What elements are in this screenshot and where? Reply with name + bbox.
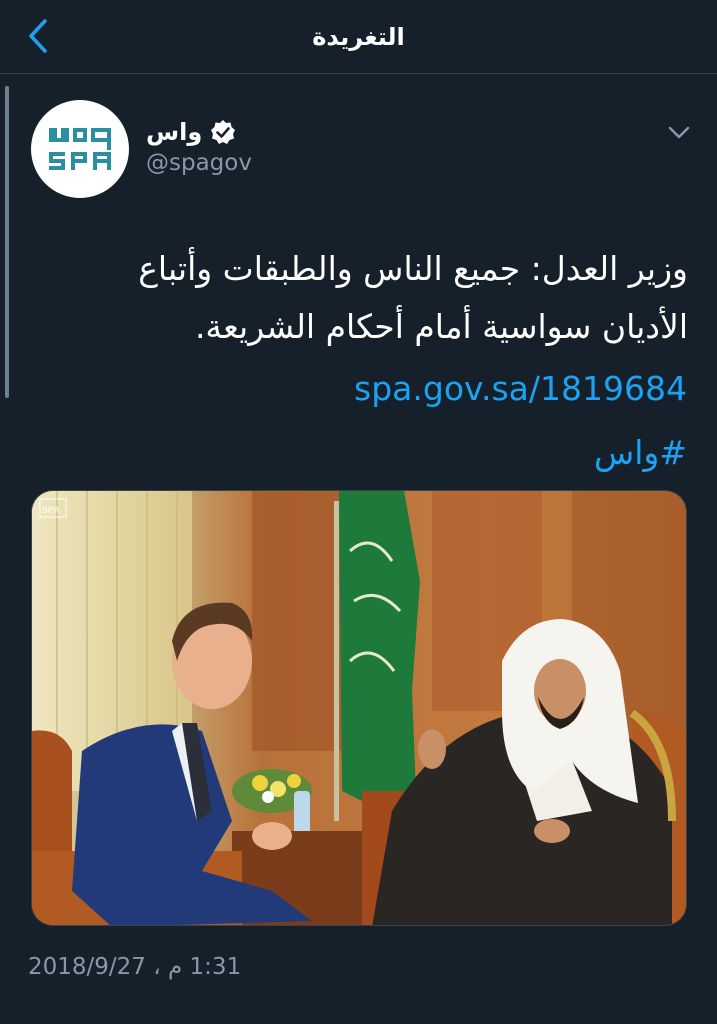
tweet-menu-button[interactable] <box>664 118 694 148</box>
chevron-left-icon <box>29 19 47 53</box>
avatar[interactable] <box>31 100 129 198</box>
tweet-text-line: وزير العدل: جميع الناس والطبقات وأتباع <box>138 249 688 288</box>
tweet-photo[interactable]: SPA <box>31 490 687 926</box>
verified-badge-icon <box>210 119 236 145</box>
top-nav-bar: التغريدة <box>0 0 717 74</box>
hashtag-link[interactable]: #واس <box>594 424 687 482</box>
watermark-text: SPA <box>42 505 60 515</box>
author-handle[interactable]: @spagov <box>146 150 252 176</box>
back-button[interactable] <box>14 12 62 60</box>
tweet-detail-page: التغريدة واس @spagov وزير العدل: جميع ال… <box>0 0 717 1024</box>
tweet-timestamp: 1:31 م ، 2018/9/27 <box>28 954 242 980</box>
spa-logo-icon <box>49 128 111 170</box>
photo-illustration: SPA <box>32 491 686 925</box>
scroll-indicator[interactable] <box>5 86 9 398</box>
chevron-down-icon <box>668 126 690 139</box>
tweet-text-line: الأديان سواسية أمام أحكام الشريعة. <box>194 307 688 346</box>
tweet-text: وزير العدل: جميع الناس والطبقات وأتباع ا… <box>80 240 688 356</box>
author-name[interactable]: واس <box>146 118 202 146</box>
tweet-link[interactable]: spa.gov.sa/1819684 <box>354 360 687 418</box>
page-title: التغريدة <box>312 22 405 51</box>
author-row[interactable]: واس <box>146 114 236 150</box>
